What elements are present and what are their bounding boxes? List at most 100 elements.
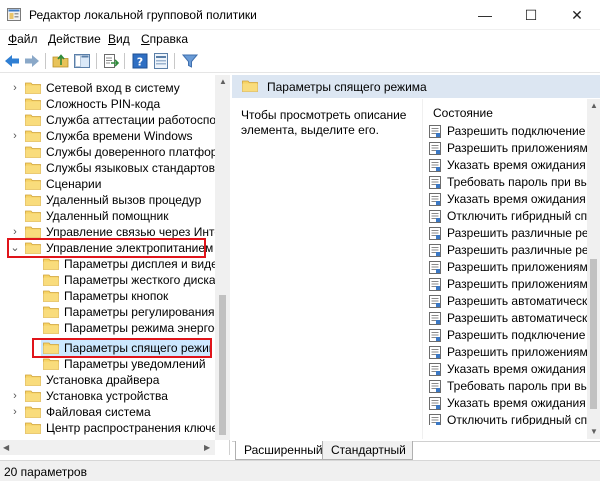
policy-row[interactable]: Разрешить приложениям п — [429, 276, 587, 293]
policy-name: Разрешить приложениям п — [447, 345, 587, 359]
policy-setting-icon — [429, 261, 441, 274]
policy-setting-icon — [429, 397, 441, 410]
scroll-up-arrow-icon[interactable]: ▲ — [219, 77, 227, 86]
expand-chevron-icon[interactable]: › — [10, 405, 20, 419]
help-icon[interactable]: ? — [131, 52, 149, 70]
policy-name: Указать время ожидания дл — [447, 192, 587, 206]
maximize-button[interactable]: ☐ — [508, 0, 554, 30]
tree-item[interactable]: Параметры уведомлений — [0, 356, 215, 372]
scrollbar-thumb[interactable] — [590, 259, 597, 409]
policy-row[interactable]: Указать время ожидания дл — [429, 395, 587, 412]
policy-row[interactable]: Разрешить приложениям п — [429, 344, 587, 361]
console-tree[interactable]: › Сетевой вход в систему Сложность PIN-к… — [0, 75, 230, 455]
export-list-icon[interactable] — [102, 52, 120, 70]
tree-item[interactable]: Сложность PIN-кода — [0, 96, 215, 112]
tree-item[interactable]: Параметры регулирования мо — [0, 304, 215, 320]
scroll-left-arrow-icon[interactable]: ◀ — [3, 443, 9, 452]
toolbar-separator — [124, 53, 125, 69]
tree-item[interactable]: › Установка устройства — [0, 388, 215, 404]
column-divider[interactable] — [422, 99, 423, 439]
scroll-right-arrow-icon[interactable]: ▶ — [204, 443, 210, 452]
details-pane: Параметры спящего режима Чтобы просмотре… — [232, 75, 600, 455]
tree-horizontal-scrollbar[interactable]: ◀ ▶ — [0, 440, 215, 455]
expand-chevron-icon[interactable]: › — [10, 389, 20, 403]
tree-item-label: Службы доверенного платформен — [46, 145, 215, 159]
tree-item[interactable]: Служба аттестации работоспособ — [0, 112, 215, 128]
policy-name: Отключить гибридный спящ — [447, 209, 587, 223]
tree-item[interactable]: Параметры режима энергосбе — [0, 320, 215, 336]
tree-item[interactable]: Удаленный помощник — [0, 208, 215, 224]
policy-row[interactable]: Отключить гибридный спящ — [429, 208, 587, 225]
details-vertical-scrollbar[interactable]: ▲ ▼ — [587, 99, 600, 439]
tree-item[interactable]: › Файловая система — [0, 404, 215, 420]
tree-vertical-scrollbar[interactable]: ▲ — [215, 75, 230, 440]
tree-item-label: Параметры дисплея и видео — [64, 257, 215, 271]
menu-help[interactable]: Справка — [141, 32, 188, 46]
up-folder-icon[interactable] — [52, 52, 70, 70]
folder-icon — [25, 374, 41, 386]
policy-row[interactable]: Требовать пароль при выхо — [429, 174, 587, 191]
policy-row[interactable]: Разрешить различные режи — [429, 242, 587, 259]
policy-setting-icon — [429, 363, 441, 376]
tree-item-label: Служба времени Windows — [46, 129, 193, 143]
status-bar: 20 параметров — [0, 460, 600, 481]
tab-standard[interactable]: Стандартный — [322, 441, 413, 460]
tree-item-label: Управление связью через Интерн — [46, 225, 215, 239]
policy-setting-icon — [429, 380, 441, 393]
menu-file[interactable]: Файл — [8, 32, 38, 46]
tree-item[interactable]: Удаленный вызов процедур — [0, 192, 215, 208]
menu-action[interactable]: Действие — [48, 32, 101, 46]
tree-item[interactable]: Параметры жесткого диска — [0, 272, 215, 288]
back-arrow-icon[interactable] — [3, 52, 21, 70]
tree-item-label: Сетевой вход в систему — [46, 81, 180, 95]
policy-row[interactable]: Указать время ожидания дл — [429, 361, 587, 378]
scroll-down-arrow-icon[interactable]: ▼ — [590, 427, 598, 436]
policy-row[interactable]: Разрешить различные режи — [429, 225, 587, 242]
folder-icon — [43, 274, 59, 286]
show-hide-tree-icon[interactable] — [73, 52, 91, 70]
scrollbar-thumb[interactable] — [219, 295, 226, 435]
minimize-button[interactable]: — — [462, 0, 508, 30]
gpedit-app-icon — [7, 8, 21, 21]
folder-icon — [25, 130, 41, 142]
policy-row[interactable]: Отключить гибридный спящ — [429, 412, 587, 425]
status-text: 20 параметров — [4, 465, 87, 479]
policy-setting-icon — [429, 295, 441, 308]
highlight-outline — [32, 338, 212, 358]
properties-icon[interactable] — [152, 52, 170, 70]
folder-icon — [43, 322, 59, 334]
expand-chevron-icon[interactable]: › — [10, 129, 20, 143]
tree-item[interactable]: Параметры кнопок — [0, 288, 215, 304]
scroll-up-arrow-icon[interactable]: ▲ — [590, 101, 598, 110]
tree-item[interactable]: Службы доверенного платформен — [0, 144, 215, 160]
policy-row[interactable]: Разрешить подключение к с — [429, 327, 587, 344]
policy-row[interactable]: Требовать пароль при выхо — [429, 378, 587, 395]
menu-view[interactable]: Вид — [108, 32, 130, 46]
folder-icon — [25, 210, 41, 222]
policy-row[interactable]: Разрешить приложениям п — [429, 259, 587, 276]
policy-row[interactable]: Разрешить подключение к с — [429, 123, 587, 140]
tab-extended[interactable]: Расширенный — [235, 441, 330, 460]
tree-item[interactable]: Службы языковых стандартов — [0, 160, 215, 176]
tree-item[interactable]: › Сетевой вход в систему — [0, 80, 215, 96]
folder-icon — [43, 306, 59, 318]
policy-row[interactable]: Разрешить автоматический — [429, 310, 587, 327]
expand-chevron-icon[interactable]: › — [10, 225, 20, 239]
view-tabs: Расширенный Стандартный — [232, 441, 600, 460]
policy-row[interactable]: Указать время ожидания дл — [429, 157, 587, 174]
policy-row[interactable]: Разрешить приложениям п — [429, 140, 587, 157]
forward-arrow-icon[interactable] — [23, 52, 41, 70]
policy-row[interactable]: Разрешить автоматический — [429, 293, 587, 310]
highlight-outline — [7, 238, 206, 258]
close-button[interactable]: ✕ — [554, 0, 600, 30]
tree-item[interactable]: Центр распространения ключей — [0, 420, 215, 436]
column-header-state[interactable]: Состояние — [433, 106, 493, 120]
tree-item[interactable]: › Служба времени Windows — [0, 128, 215, 144]
tree-item[interactable]: Параметры дисплея и видео — [0, 256, 215, 272]
expand-chevron-icon[interactable]: › — [10, 81, 20, 95]
tree-item[interactable]: Сценарии — [0, 176, 215, 192]
policy-row[interactable]: Указать время ожидания дл — [429, 191, 587, 208]
filter-icon[interactable] — [181, 52, 199, 70]
tree-item[interactable]: Установка драйвера — [0, 372, 215, 388]
policy-name: Указать время ожидания дл — [447, 396, 587, 410]
